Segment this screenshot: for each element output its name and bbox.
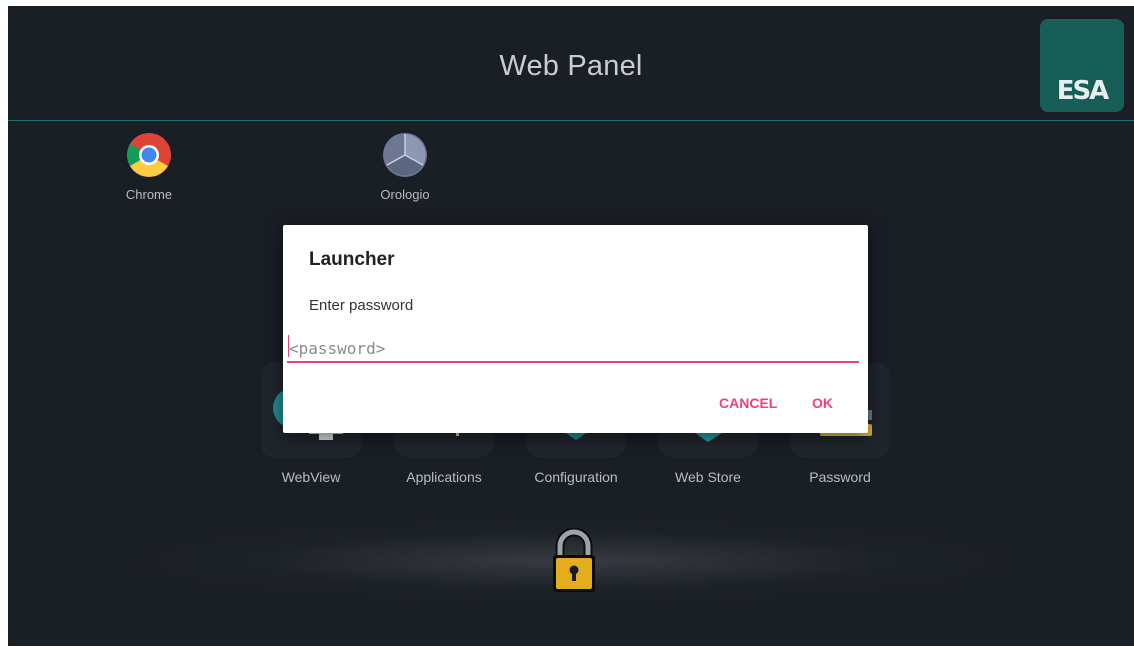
desktop-shortcut-orologio[interactable]: Orologio — [360, 132, 450, 202]
cancel-button[interactable]: CANCEL — [719, 395, 777, 411]
dock-label-configuration: Configuration — [534, 469, 618, 485]
dock-label-password: Password — [809, 469, 871, 485]
dock-label-webview: WebView — [281, 469, 341, 485]
dialog-message: Enter password — [309, 297, 414, 314]
chrome-icon — [127, 133, 171, 177]
page-title: Web Panel — [499, 50, 643, 82]
ok-button[interactable]: OK — [812, 395, 833, 411]
text-cursor — [288, 335, 289, 357]
dock-label-web-store: Web Store — [675, 469, 741, 485]
dialog-title: Launcher — [309, 249, 395, 270]
brand-logo[interactable]: ESA — [1040, 19, 1124, 112]
launcher-screen: Web Panel ESA Chrome Orologio WebView Ap… — [8, 6, 1134, 646]
password-dialog: Launcher Enter password CANCEL OK — [283, 225, 868, 433]
padlock-icon — [553, 527, 595, 592]
desktop-shortcut-label: Orologio — [380, 187, 430, 202]
desktop-shortcut-label: Chrome — [125, 187, 173, 202]
dock-label-applications: Applications — [406, 469, 482, 485]
lock-button[interactable] — [552, 527, 596, 599]
password-input[interactable] — [287, 335, 859, 363]
brand-logo-text: ESA — [1056, 76, 1110, 106]
clock-icon — [383, 133, 427, 177]
header-bar: Web Panel ESA — [8, 6, 1134, 121]
desktop-shortcut-chrome[interactable]: Chrome — [104, 132, 194, 202]
